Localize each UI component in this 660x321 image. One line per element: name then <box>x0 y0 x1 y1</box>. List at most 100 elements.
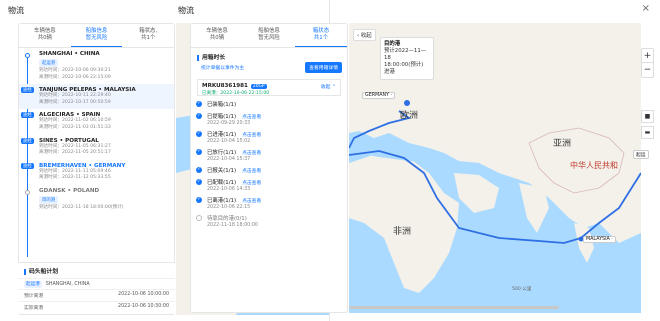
event-date: 2022-10-04 15:02 <box>207 139 251 144</box>
event-title: 已提箱(1/1) <box>207 114 237 120</box>
check-icon: ✓ <box>196 167 202 173</box>
event-item: ✓ 已配载(1/1) 点击查看 2022-10-06 14:33 <box>191 176 347 194</box>
event-link[interactable]: 点击查看 <box>242 133 261 138</box>
via-badge: 途经 <box>21 112 34 119</box>
arrival-time: 到达时间：2022-11-02 06:10:59 <box>39 118 111 124</box>
via-badge: 途经 <box>21 137 34 144</box>
arrival-time: 到达时间：2022-10-11 22:29:40 <box>39 93 111 99</box>
popup-line: 预计2022—11— <box>384 48 427 54</box>
event-title: 已进港(1/1) <box>207 132 237 138</box>
truck-icon[interactable]: ■ <box>641 110 654 123</box>
location-pin-icon <box>25 189 30 195</box>
right-tab-bar: 车辆信息 共0辆 船舶信息 暂无风险 箱状态 共1个 <box>191 24 347 48</box>
container-departed: 已离港：2022-10-06 22:15:00 <box>202 91 270 96</box>
collapse-button[interactable]: ‹ 收起 <box>353 29 376 41</box>
arrival-time: 到达时间：2022-11-18 18:00:00(预计) <box>39 204 124 210</box>
tab-container-status[interactable]: 箱状态, 共1个 <box>122 24 174 47</box>
zoom-out-button[interactable]: − <box>642 63 653 77</box>
plan-row: 实际离港 2022-10-06 10:30:00 <box>18 301 175 313</box>
port-stop[interactable]: SHANGHAI • CHINA 起运港 到达时间：2022-10-06 09:… <box>19 48 174 84</box>
plan-key: 预计离港 <box>24 294 44 299</box>
plan-port: SHANGHAI, CHINA <box>45 282 90 287</box>
event-title: 已放行(1/1) <box>207 150 237 156</box>
view-usage-button[interactable]: 查看用箱详情 <box>305 62 342 73</box>
port-stop[interactable]: 途经 ALGECIRAS • SPAIN 到达时间：2022-11-02 06:… <box>19 109 174 134</box>
container-size-badge: 20GP <box>250 84 267 89</box>
port-stop[interactable]: 途经 TANJUNG PELEPAS • MALAYSIA 到达时间：2022-… <box>19 84 174 110</box>
tab-ship-info[interactable]: 船舶信息 暂无风险 <box>243 24 295 47</box>
container-row: MRKU8361981 20GP 已离港：2022-10-06 22:15:00 … <box>197 79 341 96</box>
plan-key: 实际离港 <box>24 306 44 311</box>
panel-title-right: 物流 <box>178 6 194 15</box>
plan-row: 预计离港 2022-10-06 10:00:00 <box>18 289 175 301</box>
map-chip-start: 起运 <box>633 150 649 159</box>
zoom-in-button[interactable]: + <box>642 49 653 63</box>
tab-vehicle-info[interactable]: 车辆信息 共0辆 <box>191 24 243 47</box>
departure-time: 离港时间：2022-11-05 20:51:17 <box>39 150 111 156</box>
via-badge: 途经 <box>21 162 34 169</box>
popup-title: 目的港 <box>384 41 401 47</box>
map-chip-germany: GERMANY · <box>362 92 396 99</box>
event-title: 已装箱(1/1) <box>207 102 237 108</box>
check-icon: ✓ <box>196 179 202 185</box>
section-title: 码头船计划 <box>18 263 175 278</box>
check-icon: ✓ <box>196 131 202 137</box>
departure-time: 离港时间：2022-10-06 22:15:09 <box>39 74 111 80</box>
event-link[interactable]: 点击查看 <box>242 181 261 186</box>
event-title: 已报关(1/1) <box>207 168 237 174</box>
port-name: GDANSK • POLAND <box>39 187 100 194</box>
event-date: 2022-10-06 22:15 <box>207 205 251 210</box>
popup-line: 18:00:00(预计) <box>384 62 424 68</box>
event-item: ✓ 已离港(1/1) 点击查看 2022-10-06 22:15 <box>191 194 347 212</box>
ship-icon[interactable]: ▬ <box>641 126 654 139</box>
port-tag: 目的港 <box>39 195 59 204</box>
port-name: SHANGHAI • CHINA <box>39 51 100 57</box>
event-date: 2022-09-29 20:33 <box>207 121 251 126</box>
port-stop[interactable]: 途经 BREMERHAVEN • GERMANY 到达时间：2022-11-11… <box>19 160 174 185</box>
horizontal-scrollbar[interactable] <box>349 306 559 309</box>
port-stop[interactable]: GDANSK • POLAND 目的港 到达时间：2022-11-18 18:0… <box>19 185 174 215</box>
event-date: 2022-10-06 14:33 <box>207 187 251 192</box>
departure-time: 离港时间：2022-10-17 00:50:59 <box>39 99 111 105</box>
event-date: 2022-11-18 18:00:00 <box>207 223 258 228</box>
map-chip-malaysia: MALAYSIA · <box>583 236 616 243</box>
collapse-label: 收起 <box>360 33 372 39</box>
port-stop[interactable]: 途经 SINES • PORTUGAL 到达时间：2022-11-05 06:3… <box>19 135 174 160</box>
event-item: ✓ 已提箱(1/1) 点击查看 2022-09-29 20:33 <box>191 110 347 128</box>
container-status-card: 车辆信息 共0辆 船舶信息 暂无风险 箱状态 共1个 用箱时长 统计单据以事件为主 查… <box>190 23 348 313</box>
arrival-time: 到达时间：2022-10-06 09:30:21 <box>39 68 111 73</box>
tab-ship-info[interactable]: 船舶信息 暂无风险 <box>70 24 123 47</box>
event-link[interactable]: 点击查看 <box>242 169 261 174</box>
map-label-china: 中华人民共和 <box>570 161 618 170</box>
event-item: ✓ 已进港(1/1) 点击查看 2022-10-04 15:02 <box>191 128 347 146</box>
destination-popup: 目的港 预计2022—11— 18 18:00:00(预计) 进港 <box>380 37 434 80</box>
fold-button[interactable]: 收起 ⌃ <box>321 83 336 90</box>
event-title: 已离港(1/1) <box>207 198 237 204</box>
departure-time: 离港时间：2022-11-03 01:51:33 <box>39 124 111 130</box>
panel-title: 物流 <box>8 6 24 15</box>
map-label-asia: 亚洲 <box>553 139 572 149</box>
check-icon: ✓ <box>196 101 202 107</box>
dock-plan-section: 码头船计划 起运港 SHANGHAI, CHINA 预计离港 2022-10-06 … <box>18 262 175 313</box>
departure-time: 离港时间：2022-11-12 05:33:55 <box>39 175 111 181</box>
event-item: ✓ 已放行(1/1) 点击查看 2022-10-04 15:37 <box>191 146 347 164</box>
event-title: 待靠目的港(0/1) <box>207 216 247 222</box>
tab-container-status[interactable]: 箱状态 共1个 <box>295 24 347 47</box>
via-badge: 途经 <box>21 87 34 94</box>
tab-vehicle-info[interactable]: 车辆信息 共0辆 <box>19 24 71 47</box>
check-icon: ✓ <box>196 113 202 119</box>
map-label-europe: 欧洲 <box>400 111 419 121</box>
event-item: ✓ 已报关(1/1) 点击查看 <box>191 164 347 176</box>
event-link[interactable]: 点击查看 <box>242 151 261 156</box>
close-icon[interactable]: × <box>642 3 650 14</box>
zoom-control: + − <box>641 48 654 78</box>
event-link[interactable]: 点击查看 <box>242 115 261 120</box>
container-number: MRKU8361981 <box>202 83 248 89</box>
timeline-dot-icon <box>25 53 30 58</box>
event-link[interactable]: 点击查看 <box>242 199 261 204</box>
plan-value: 2022-10-06 10:30:00 <box>118 304 169 309</box>
left-tab-bar: 车辆信息 共0辆 船舶信息 暂无风险 箱状态, 共1个 <box>19 24 174 48</box>
plan-port-row: 起运港 SHANGHAI, CHINA <box>18 278 175 289</box>
event-title: 已配载(1/1) <box>207 180 237 186</box>
port-tag: 起运港 <box>39 59 59 67</box>
